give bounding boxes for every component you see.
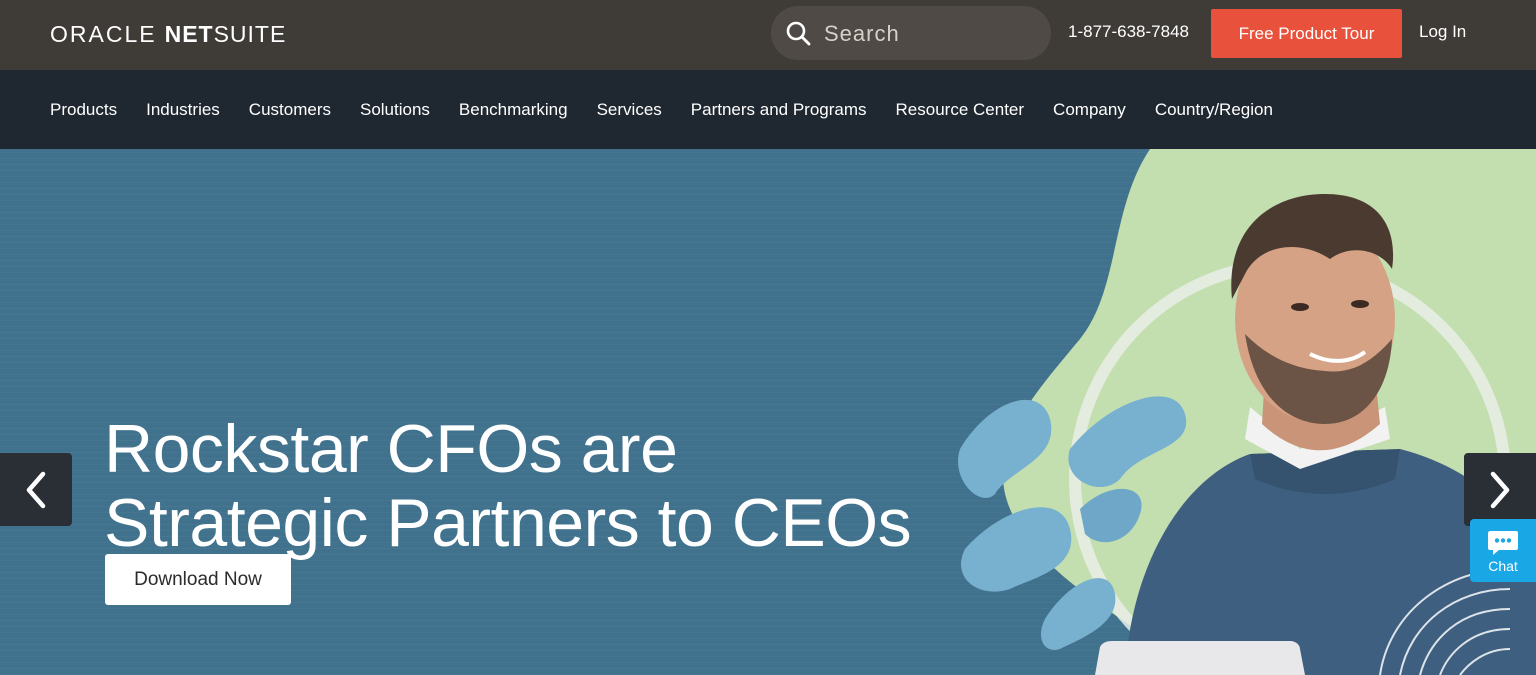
hero-banner: Rockstar CFOs are Strategic Partners to … <box>0 149 1536 675</box>
nav-item-resource-center[interactable]: Resource Center <box>896 100 1025 120</box>
logo-suite-text: SUITE <box>213 21 287 47</box>
logo-net-text: NET <box>164 21 214 47</box>
chevron-right-icon <box>1490 471 1510 508</box>
chat-bubble-icon <box>1488 531 1518 555</box>
hero-headline-line-1: Rockstar CFOs are <box>104 410 678 487</box>
nav-item-solutions[interactable]: Solutions <box>360 100 430 120</box>
chat-label: Chat <box>1488 558 1518 574</box>
nav-items: Products Industries Customers Solutions … <box>50 70 1273 149</box>
phone-number-link[interactable]: 1-877-638-7848 <box>1068 22 1189 42</box>
blue-leaf-shape <box>1040 578 1116 650</box>
chat-button[interactable]: Chat <box>1470 519 1536 582</box>
top-utility-bar: ORACLE NETSUITE Search 1-877-638-7848 Fre… <box>0 0 1536 70</box>
nav-item-products[interactable]: Products <box>50 100 117 120</box>
logo-oracle-text: ORACLE <box>50 21 157 47</box>
nav-item-services[interactable]: Services <box>597 100 662 120</box>
nav-item-industries[interactable]: Industries <box>146 100 220 120</box>
main-navigation: Products Industries Customers Solutions … <box>0 70 1536 149</box>
hero-headline-line-2: Strategic Partners to CEOs <box>104 484 912 561</box>
carousel-prev-button[interactable] <box>0 453 72 526</box>
nav-item-benchmarking[interactable]: Benchmarking <box>459 100 568 120</box>
search-input[interactable]: Search <box>771 6 1051 60</box>
nav-item-country-region[interactable]: Country/Region <box>1155 100 1273 120</box>
search-placeholder: Search <box>824 21 900 46</box>
free-product-tour-button[interactable]: Free Product Tour <box>1211 9 1402 58</box>
log-in-link[interactable]: Log In <box>1419 22 1466 42</box>
chevron-left-icon <box>26 471 46 508</box>
search-icon <box>786 21 811 46</box>
carousel-next-button[interactable] <box>1464 453 1536 526</box>
download-now-button[interactable]: Download Now <box>105 554 291 605</box>
nav-item-company[interactable]: Company <box>1053 100 1126 120</box>
hero-headline: Rockstar CFOs are Strategic Partners to … <box>104 412 1004 560</box>
oracle-netsuite-logo[interactable]: ORACLE NETSUITE <box>50 20 286 48</box>
nav-item-customers[interactable]: Customers <box>249 100 331 120</box>
nav-item-partners-and-programs[interactable]: Partners and Programs <box>691 100 867 120</box>
